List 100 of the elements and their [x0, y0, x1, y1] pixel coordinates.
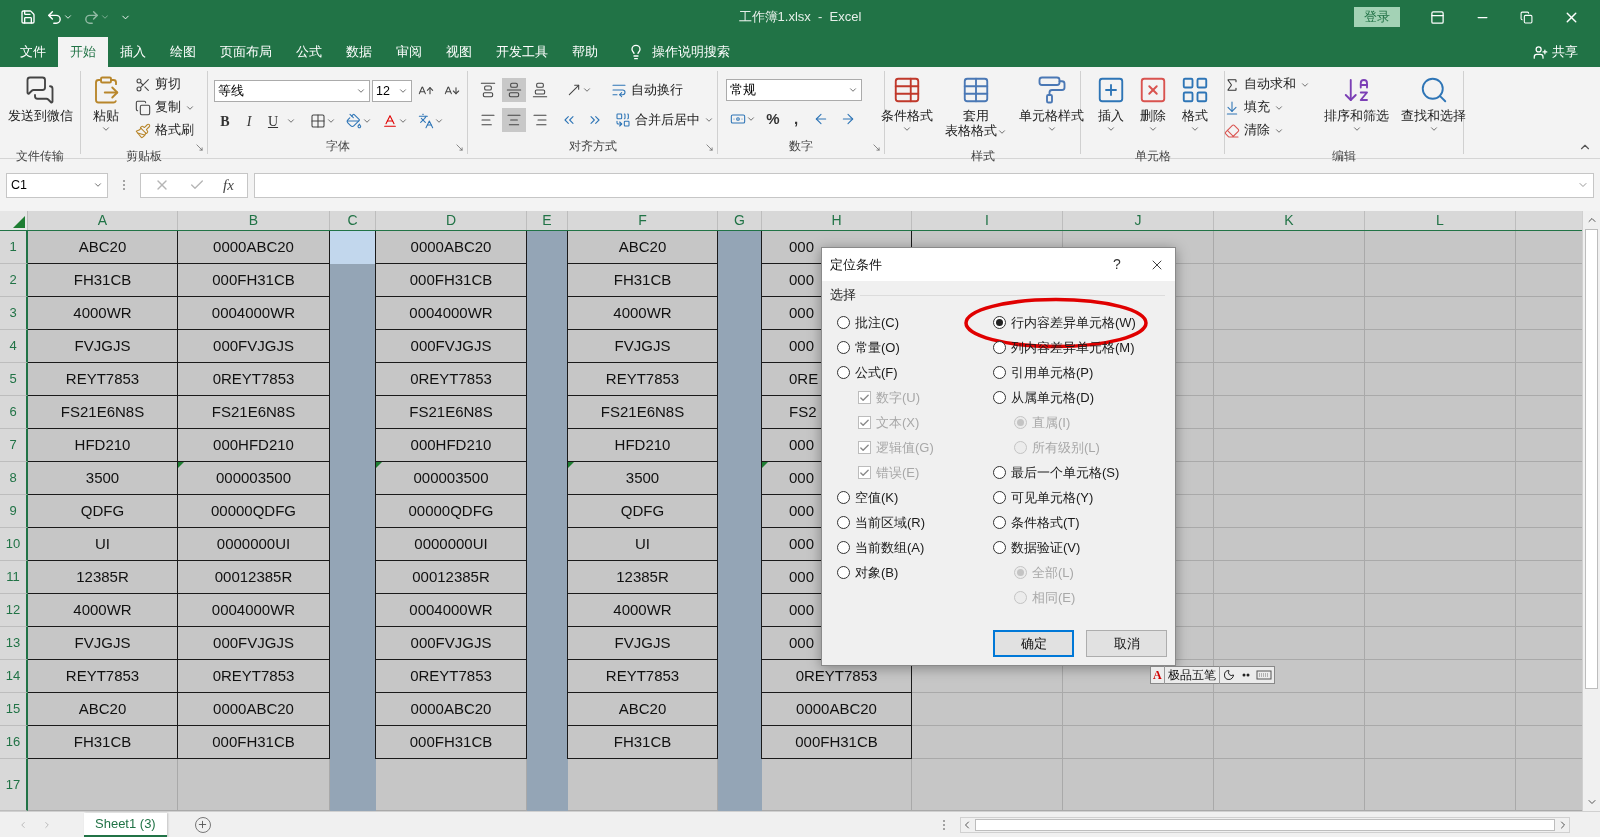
row-header[interactable]: 2: [0, 264, 28, 297]
dialog-button[interactable]: 取消: [1086, 630, 1167, 657]
radio-button[interactable]: [993, 316, 1006, 329]
horizontal-scrollbar[interactable]: [960, 816, 1570, 833]
radio-button[interactable]: [837, 566, 850, 579]
insert-function-button[interactable]: fx: [222, 173, 234, 197]
column-header[interactable]: F: [568, 211, 718, 230]
restore-icon[interactable]: [1520, 10, 1533, 24]
ribbon-tab[interactable]: 公式: [284, 37, 334, 67]
ribbon-tab[interactable]: 开发工具: [484, 37, 560, 67]
corner-arrow-icon[interactable]: [705, 143, 714, 152]
ribbon-button[interactable]: 合并后居中: [612, 108, 717, 132]
caret-icon[interactable]: [1046, 124, 1057, 134]
column-header[interactable]: H: [762, 211, 912, 230]
ribbon-button[interactable]: 单元格样式: [1014, 71, 1089, 147]
name-box[interactable]: C1: [6, 172, 108, 198]
format-button[interactable]: I: [238, 109, 260, 133]
ribbon-button[interactable]: 填充: [1221, 96, 1313, 119]
row-header[interactable]: 5: [0, 363, 28, 396]
format-button[interactable]: ,: [786, 107, 806, 131]
column-header[interactable]: I: [912, 211, 1063, 230]
ribbon-button[interactable]: 复制: [132, 96, 198, 119]
ribbon-button[interactable]: 清除: [1221, 119, 1313, 142]
caret-icon[interactable]: [1105, 124, 1116, 134]
radio-button[interactable]: [993, 516, 1006, 529]
format-button[interactable]: B: [214, 109, 236, 133]
format-button[interactable]: U: [262, 109, 284, 133]
ribbon-button[interactable]: 自动换行: [608, 78, 686, 102]
column-header[interactable]: A: [28, 211, 178, 230]
caret-icon[interactable]: [704, 115, 714, 125]
column-header[interactable]: K: [1214, 211, 1365, 230]
row-header[interactable]: 17: [0, 759, 28, 811]
share-button[interactable]: 共享: [1533, 37, 1600, 67]
ribbon-button[interactable]: 格式: [1174, 71, 1215, 147]
column-header[interactable]: E: [527, 211, 568, 230]
column-header[interactable]: B: [178, 211, 330, 230]
row-header[interactable]: 12: [0, 594, 28, 627]
ribbon-tab[interactable]: 帮助: [560, 37, 610, 67]
number-format-field[interactable]: 常规: [726, 79, 862, 101]
ribbon-tab[interactable]: 绘图: [158, 37, 208, 67]
caret-icon[interactable]: [93, 180, 103, 190]
caret-icon[interactable]: [101, 124, 111, 134]
corner-arrow-icon[interactable]: [195, 143, 204, 152]
radio-button[interactable]: [993, 466, 1006, 479]
row-header[interactable]: 3: [0, 297, 28, 330]
caret-icon[interactable]: [746, 114, 756, 124]
ribbon-button[interactable]: 排序和筛选: [1319, 71, 1394, 147]
caret-icon[interactable]: [100, 12, 110, 22]
undo-icon[interactable]: [46, 8, 63, 26]
dialog-button[interactable]: 确定: [993, 630, 1074, 657]
caret-icon[interactable]: [848, 85, 858, 95]
column-header[interactable]: J: [1063, 211, 1214, 230]
help-button[interactable]: ?: [1107, 254, 1127, 275]
ribbon-button[interactable]: 套用 表格格式: [940, 71, 1012, 147]
row-header[interactable]: 1: [0, 231, 28, 264]
column-header[interactable]: L: [1365, 211, 1516, 230]
ribbon-button[interactable]: 条件格式: [876, 71, 938, 147]
caret-icon[interactable]: [398, 86, 408, 96]
caret-icon[interactable]: [902, 124, 912, 134]
caret-icon[interactable]: [362, 116, 372, 126]
caret-icon[interactable]: [1147, 124, 1158, 134]
toolbar-button[interactable]: [502, 108, 526, 132]
caret-icon[interactable]: [434, 116, 444, 126]
caret-icon[interactable]: [63, 12, 73, 22]
ribbon-tab[interactable]: 文件: [8, 37, 58, 67]
ribbon-tab[interactable]: 开始: [58, 37, 108, 67]
caret-icon[interactable]: [1428, 124, 1439, 134]
radio-button[interactable]: [837, 491, 850, 504]
row-header[interactable]: 4: [0, 330, 28, 363]
ribbon-tab[interactable]: 页面布局: [208, 37, 284, 67]
radio-button[interactable]: [993, 366, 1006, 379]
ribbon-tab[interactable]: 审阅: [384, 37, 434, 67]
caret-icon[interactable]: [356, 86, 366, 96]
ribbon-button[interactable]: 粘贴: [86, 71, 126, 147]
corner-arrow-icon[interactable]: [872, 143, 881, 152]
row-header[interactable]: 13: [0, 627, 28, 660]
caret-icon[interactable]: [326, 116, 336, 126]
radio-button[interactable]: [837, 516, 850, 529]
vertical-scrollbar[interactable]: [1582, 211, 1600, 811]
ribbon-button[interactable]: 发送到微信: [2, 71, 78, 147]
radio-button[interactable]: [993, 491, 1006, 504]
row-header[interactable]: 8: [0, 462, 28, 495]
ribbon-button[interactable]: 删除: [1132, 71, 1173, 147]
row-header[interactable]: 15: [0, 693, 28, 726]
radio-button[interactable]: [993, 541, 1006, 554]
radio-button[interactable]: [837, 366, 850, 379]
tell-me-field[interactable]: 操作说明搜索: [652, 42, 730, 62]
caret-icon[interactable]: [582, 85, 592, 95]
corner-arrow-icon[interactable]: [455, 143, 464, 152]
ribbon-display-icon[interactable]: [1430, 9, 1445, 25]
ribbon-button[interactable]: 自动求和: [1221, 73, 1313, 96]
ribbon-tab[interactable]: 插入: [108, 37, 158, 67]
radio-button[interactable]: [993, 391, 1006, 404]
font-name-field[interactable]: 等线: [214, 80, 370, 102]
format-button[interactable]: %: [763, 107, 783, 131]
ribbon-tab[interactable]: 视图: [434, 37, 484, 67]
splitter-handle-icon[interactable]: [122, 179, 126, 191]
ribbon-button[interactable]: 查找和选择: [1396, 71, 1471, 147]
row-header[interactable]: 9: [0, 495, 28, 528]
radio-button[interactable]: [837, 341, 850, 354]
